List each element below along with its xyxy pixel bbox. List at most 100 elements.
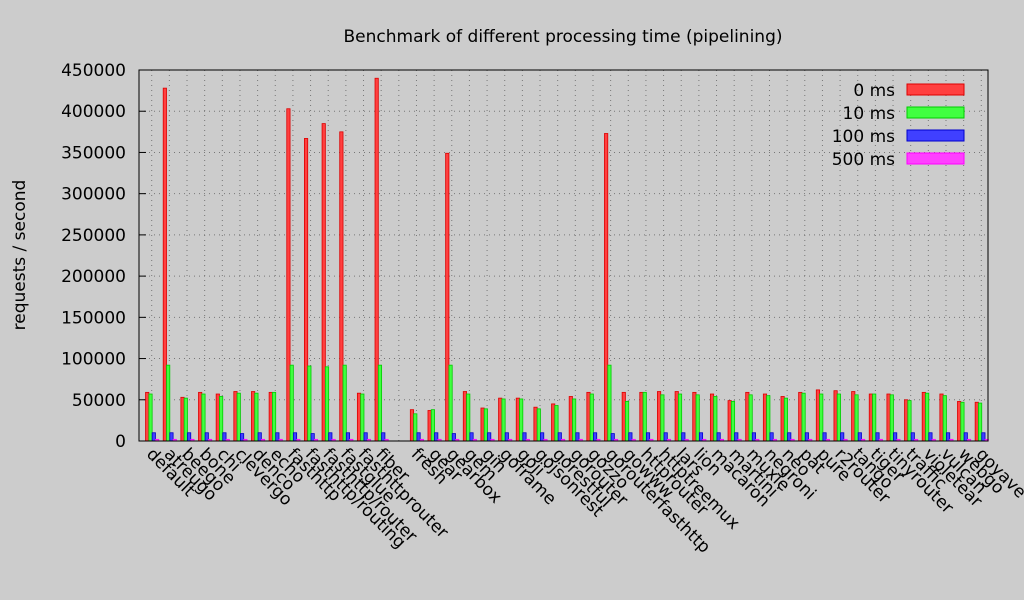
bar-100-ms [504, 432, 509, 442]
bar-10-ms [272, 391, 277, 442]
bar-10-ms [483, 408, 488, 442]
bar-0-ms [727, 400, 732, 442]
bar-100-ms [857, 432, 862, 442]
bar-0-ms [286, 108, 291, 442]
bar-100-ms [310, 433, 315, 442]
bar-100-ms [222, 432, 227, 442]
y-tick-label: 350000 [61, 143, 126, 163]
bar-10-ms [889, 394, 894, 442]
bar-0-ms [198, 391, 203, 442]
bar-100-ms [593, 432, 598, 442]
bar-100-ms [910, 432, 915, 442]
bar-100-ms [928, 432, 933, 442]
bar-100-ms [540, 432, 545, 442]
bar-10-ms [448, 364, 453, 442]
bar-0-ms [551, 403, 556, 442]
bar-0-ms [851, 391, 856, 442]
bar-100-ms [187, 432, 192, 442]
bar-100-ms [698, 432, 704, 442]
bar-0-ms [445, 152, 450, 442]
bar-100-ms [416, 432, 421, 442]
bar-0-ms [145, 391, 150, 442]
legend: 0 ms 10 ms 100 ms 500 ms [832, 81, 965, 170]
bar-100-ms [275, 432, 280, 442]
bar-10-ms [201, 393, 206, 442]
bar-0-ms [886, 393, 891, 442]
bar-100-ms [769, 432, 774, 442]
bar-100-ms [451, 433, 456, 442]
plot-frame [138, 69, 989, 442]
bar-0-ms [868, 393, 873, 442]
bar-0-ms [833, 390, 838, 442]
bar-100-ms [963, 432, 968, 442]
bar-0-ms [215, 393, 220, 442]
grid [139, 69, 988, 441]
bar-10-ms [942, 395, 947, 442]
legend-swatch [906, 152, 965, 165]
chart-title: Benchmark of different processing time (… [344, 27, 783, 47]
bar-10-ms [466, 393, 471, 442]
bar-100-ms [469, 432, 474, 442]
legend-swatch [906, 106, 965, 119]
y-axis-label: requests / second [10, 180, 30, 331]
bar-100-ms [151, 432, 156, 442]
bar-100-ms [893, 432, 898, 442]
bar-0-ms [356, 392, 362, 442]
bar-100-ms [734, 432, 739, 442]
bar-10-ms [695, 394, 700, 442]
bar-100-ms [946, 432, 951, 442]
bar-10-ms [677, 393, 683, 442]
bar-100-ms [610, 433, 615, 442]
bar-0-ms [780, 396, 785, 442]
bar-10-ms [730, 401, 736, 442]
bar-10-ms [572, 398, 577, 442]
bar-0-ms [304, 138, 309, 442]
bar-10-ms [801, 392, 806, 442]
legend-label: 500 ms [832, 150, 895, 170]
legend-label: 100 ms [832, 127, 895, 147]
bar-10-ms [324, 366, 330, 442]
bar-chart: Benchmark of different processing time (… [10, 27, 1024, 557]
bar-100-ms [381, 432, 386, 442]
bar-0-ms [321, 123, 326, 442]
bar-0-ms [268, 391, 273, 442]
bar-0-ms [409, 409, 415, 442]
bar-0-ms [974, 401, 979, 442]
bar-0-ms [798, 391, 803, 442]
bar-100-ms [292, 432, 298, 442]
bar-10-ms [236, 392, 241, 442]
bar-10-ms [925, 392, 930, 442]
bar-10-ms [607, 364, 612, 442]
bar-0-ms [639, 391, 644, 442]
bar-10-ms [183, 397, 188, 442]
bar-100-ms [240, 433, 245, 442]
bar-10-ms [872, 393, 877, 442]
bar-100-ms [628, 432, 633, 442]
bar-10-ms [713, 396, 718, 442]
bar-10-ms [360, 393, 365, 442]
bar-100-ms [645, 432, 651, 442]
bar-10-ms [219, 396, 224, 442]
bar-10-ms [978, 402, 983, 442]
bar-100-ms [328, 432, 333, 442]
y-tick-label: 0 [115, 432, 126, 452]
bar-100-ms [363, 432, 368, 442]
bar-0-ms [709, 393, 715, 442]
bar-0-ms [180, 396, 185, 442]
x-axis-ticks: defaultatreugobeegobonechiclevergodencoe… [142, 444, 1024, 557]
bar-10-ms [625, 401, 630, 442]
bar-100-ms [840, 432, 845, 442]
bar-10-ms [660, 394, 665, 442]
y-tick-label: 400000 [61, 102, 126, 122]
legend-swatch [906, 83, 965, 96]
y-tick-label: 250000 [61, 226, 126, 246]
bar-100-ms [169, 432, 174, 442]
bar-100-ms [751, 432, 756, 442]
legend-swatch [906, 129, 965, 142]
bar-0-ms [904, 399, 909, 442]
bar-0-ms [657, 391, 662, 442]
bar-100-ms [204, 432, 209, 442]
bar-100-ms [575, 432, 580, 442]
bar-0-ms [462, 391, 467, 442]
y-tick-label: 200000 [61, 267, 126, 287]
